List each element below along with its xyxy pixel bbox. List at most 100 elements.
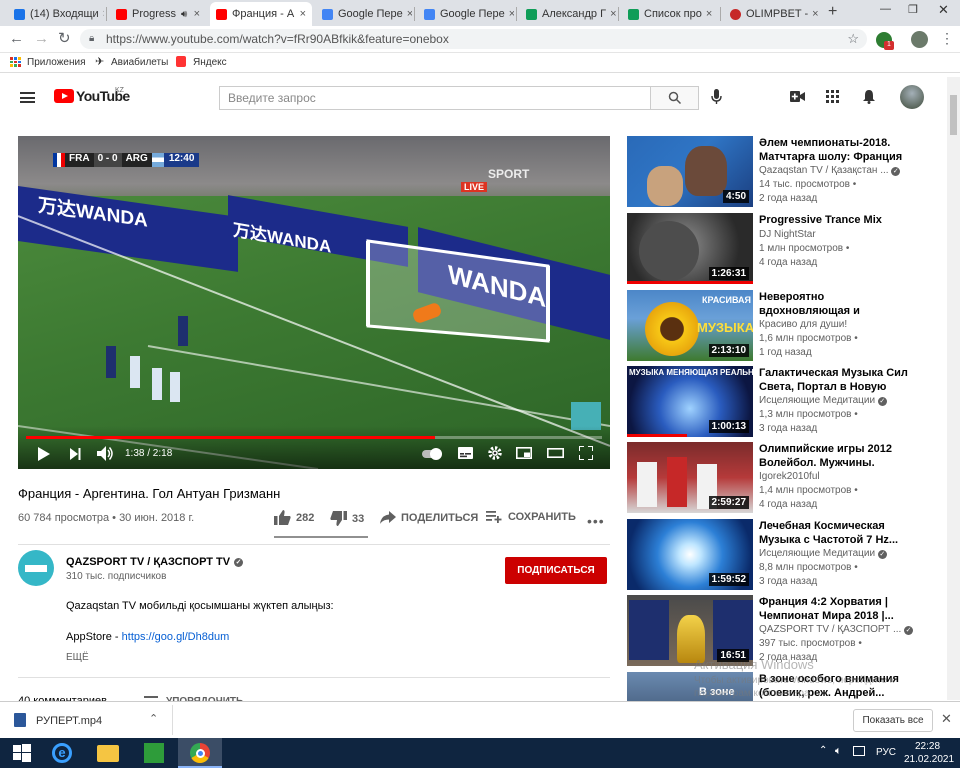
thumb-caption: КРАСИВАЯ (702, 295, 751, 305)
notifications-bell-icon[interactable] (862, 89, 876, 104)
search-input[interactable]: Введите запрос (219, 86, 651, 110)
tab-alexander[interactable]: Александр Г × (520, 2, 616, 26)
dislike-button[interactable]: 33 (330, 511, 364, 526)
tab-google-translate-2[interactable]: Google Пере × (418, 2, 514, 26)
close-icon[interactable]: × (190, 8, 200, 20)
clock-time[interactable]: 22:28 (915, 741, 940, 752)
player-figure (629, 600, 669, 660)
recommendation-title: Лечебная Космическая Музыка с Частотой 7… (759, 520, 899, 546)
video-thumbnail: 1:59:52 (627, 519, 753, 590)
close-icon[interactable]: × (702, 8, 712, 20)
subtitles-icon[interactable] (458, 447, 473, 459)
close-icon[interactable]: × (606, 8, 616, 20)
share-button[interactable]: ПОДЕЛИТЬСЯ (380, 511, 478, 524)
chevron-up-icon[interactable]: ⌃ (149, 712, 158, 725)
show-hidden-icons[interactable]: ⌃ (819, 745, 827, 756)
download-filename[interactable]: РУПЕРТ.mp4 (36, 715, 102, 727)
bookmark-apps[interactable]: Приложения (27, 57, 86, 68)
bookmark-avia[interactable]: Авиабилеты (111, 57, 168, 68)
score-home: FRA (65, 153, 94, 167)
save-button[interactable]: СОХРАНИТЬ (486, 511, 576, 523)
profile-avatar[interactable] (911, 31, 928, 48)
account-avatar[interactable] (900, 85, 924, 109)
settings-gear-icon[interactable] (488, 446, 502, 460)
microphone-icon[interactable] (711, 89, 722, 105)
portrait (639, 221, 699, 281)
forward-button[interactable]: → (34, 30, 49, 47)
recommendation-channel: QAZSPORT TV / ҚАЗСПОРТ ... ✓ (759, 624, 914, 635)
minimize-button[interactable]: — (880, 3, 891, 15)
show-all-downloads-button[interactable]: Показать все (853, 709, 933, 732)
miniplayer-icon[interactable] (516, 447, 532, 459)
close-downloads-icon[interactable]: ✕ (941, 711, 952, 727)
close-icon[interactable]: × (99, 8, 104, 20)
bookmark-star-icon[interactable]: ☆ (847, 29, 859, 49)
recommendation-item[interactable]: 2:59:27 Олимпийские игры 2012 Волейбол. … (627, 442, 947, 514)
youtube-logo-icon[interactable] (54, 89, 74, 103)
tab-label: (14) Входящи (30, 8, 99, 20)
progress-bar[interactable] (26, 436, 602, 439)
player-figure (106, 346, 116, 378)
show-more-button[interactable]: ЕЩЁ (66, 652, 89, 663)
close-icon[interactable]: × (296, 8, 306, 20)
tab-inbox[interactable]: (14) Входящи× (8, 2, 104, 26)
bookmark-yandex[interactable]: Яндекс (193, 57, 227, 68)
create-video-icon[interactable] (790, 91, 805, 102)
video-thumbnail: 2:59:27 (627, 442, 753, 513)
tab-olimpbet[interactable]: OLIMPBET - × (724, 2, 820, 26)
next-icon[interactable] (70, 448, 81, 460)
chrome-taskbar-icon[interactable] (178, 738, 222, 768)
address-bar[interactable]: 🔒︎ https://www.youtube.com/watch?v=fRr90… (80, 29, 867, 49)
new-tab-button[interactable]: + (828, 3, 837, 21)
store-taskbar-icon[interactable] (132, 738, 176, 768)
play-icon[interactable] (38, 447, 50, 461)
subscribe-button[interactable]: ПОДПИСАТЬСЯ (505, 557, 607, 584)
tab-google-translate-1[interactable]: Google Пере × (316, 2, 412, 26)
start-button[interactable] (0, 738, 44, 768)
recommendation-item[interactable]: КРАСИВАЯ МУЗЫКА 2:13:10 Невероятно вдохн… (627, 290, 947, 362)
close-icon[interactable]: × (403, 8, 412, 20)
menu-kebab-icon[interactable]: ⋮ (940, 30, 954, 47)
video-player[interactable]: 万达WANDA 万达WANDA WANDA FRA 0 - 0 ARG 12:4… (18, 136, 610, 469)
recommendation-item[interactable]: 1:59:52 Лечебная Космическая Музыка с Ча… (627, 519, 947, 591)
hamburger-menu-icon[interactable] (20, 92, 35, 103)
window-close-button[interactable]: ✕ (938, 2, 949, 18)
share-arrow-icon (380, 511, 396, 524)
speaker-icon[interactable]: 🔈︎ (835, 745, 842, 758)
recommendation-views: 1,4 млн просмотров • (759, 485, 858, 496)
like-button[interactable]: 282 (274, 510, 314, 525)
clock-date[interactable]: 21.02.2021 (904, 754, 954, 765)
autoplay-toggle[interactable] (422, 448, 442, 460)
back-button[interactable]: ← (9, 30, 24, 47)
theater-mode-icon[interactable] (547, 448, 564, 458)
page-scrollbar[interactable] (947, 77, 960, 700)
close-icon[interactable]: × (808, 8, 818, 20)
recommendation-item[interactable]: 1:26:31 Progressive Trance Mix DJ NightS… (627, 213, 947, 285)
tab-list[interactable]: Список про × (622, 2, 718, 26)
apps-icon[interactable] (826, 90, 839, 103)
network-icon[interactable] (853, 746, 865, 756)
tab-france-argentina[interactable]: Франция - А × (210, 2, 312, 26)
speaker-icon[interactable]: 🔊︎ (181, 9, 187, 20)
description-link[interactable]: https://goo.gl/Dh8dum (122, 631, 230, 643)
watched-progress (627, 434, 687, 437)
more-actions-icon[interactable]: ••• (587, 513, 605, 529)
reload-button[interactable]: ↻ (58, 29, 71, 47)
channel-avatar[interactable] (18, 550, 54, 586)
language-indicator[interactable]: РУС (876, 747, 896, 758)
recommendation-item[interactable]: 4:50 Әлем чемпионаты-2018. Матчтарға шол… (627, 136, 947, 208)
channel-name[interactable]: QAZSPORT TV / ҚАЗСПОРТ TV ✓ (66, 556, 244, 568)
recommendation-item[interactable]: МУЗЫКА МЕНЯЮЩАЯ РЕАЛЬНОСТЬ 1:00:13 Галак… (627, 366, 947, 438)
scoreboard: FRA 0 - 0 ARG 12:40 (53, 153, 200, 167)
fullscreen-icon[interactable] (579, 446, 593, 460)
url-text: https://www.youtube.com/watch?v=fRr90ABf… (106, 32, 449, 46)
yandex-icon (176, 56, 186, 67)
internet-explorer-taskbar-icon[interactable]: e (40, 738, 84, 768)
restore-button[interactable]: ❐ (908, 3, 918, 16)
argentina-flag-icon (151, 153, 164, 167)
search-button[interactable] (650, 86, 699, 110)
tab-progressive[interactable]: Progress 🔊︎ × (110, 2, 206, 26)
volume-icon[interactable] (97, 446, 114, 461)
close-icon[interactable]: × (505, 8, 514, 20)
file-explorer-taskbar-icon[interactable] (86, 738, 130, 768)
